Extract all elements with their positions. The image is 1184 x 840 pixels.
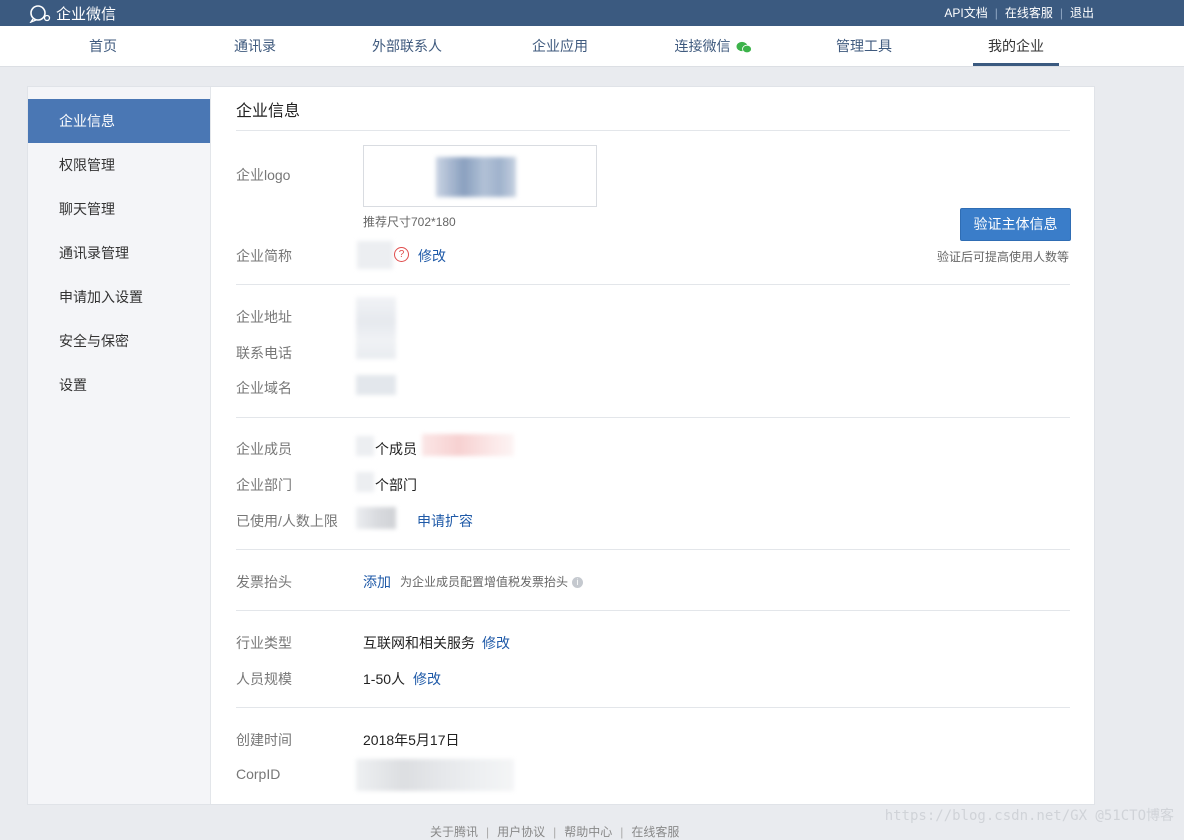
invoice-hint-text: 为企业成员配置增值税发票抬头 [400, 575, 569, 589]
content-card: 企业信息 权限管理 聊天管理 通讯录管理 申请加入设置 安全与保密 设置 企业信… [27, 86, 1095, 805]
divider [236, 417, 1070, 418]
apply-expand-link[interactable]: 申请扩容 [417, 511, 473, 531]
logo-label: 企业logo [236, 167, 291, 183]
watermark: https://blog.csdn.net/GX @51CTO博客 [884, 808, 1174, 824]
address-label: 企业地址 [236, 309, 292, 325]
sidebar-item-join-settings[interactable]: 申请加入设置 [28, 275, 210, 319]
sidebar: 企业信息 权限管理 聊天管理 通讯录管理 申请加入设置 安全与保密 设置 [28, 87, 211, 804]
nav-home[interactable]: 首页 [62, 26, 144, 66]
logo-size-hint: 推荐尺寸702*180 [363, 215, 456, 229]
scale-edit-link[interactable]: 修改 [413, 669, 441, 689]
footer-link-terms[interactable]: 用户协议 [497, 825, 545, 839]
footer-link-about[interactable]: 关于腾讯 [430, 825, 478, 839]
corpid-label: CorpID [236, 766, 281, 782]
logout-link[interactable]: 退出 [1070, 4, 1094, 21]
verify-entity-button[interactable]: 验证主体信息 [960, 208, 1071, 241]
divider: | [486, 825, 490, 839]
departments-count-redacted [356, 472, 374, 492]
members-count-redacted [356, 436, 374, 456]
company-logo-image [436, 157, 516, 197]
contact-info-redacted [356, 297, 396, 359]
corpid-redacted [356, 759, 514, 791]
company-logo-box[interactable] [363, 145, 597, 207]
divider: | [1059, 5, 1063, 20]
industry-label: 行业类型 [236, 635, 292, 651]
invoice-hint: 为企业成员配置增值税发票抬头 i [400, 573, 584, 590]
domain-redacted [356, 375, 396, 395]
divider [236, 707, 1070, 708]
sidebar-item-security[interactable]: 安全与保密 [28, 319, 210, 363]
online-service-link[interactable]: 在线客服 [1005, 4, 1053, 21]
info-icon[interactable]: i [572, 577, 584, 589]
divider: | [994, 5, 998, 20]
short-name-edit-link[interactable]: 修改 [418, 246, 446, 266]
industry-value: 互联网和相关服务 [363, 635, 475, 651]
industry-edit-link[interactable]: 修改 [482, 633, 510, 653]
top-links: API文档 | 在线客服 | 退出 [944, 4, 1094, 21]
sidebar-item-company-info[interactable]: 企业信息 [28, 99, 210, 143]
page-title: 企业信息 [236, 103, 301, 120]
usage-label: 已使用/人数上限 [236, 513, 338, 529]
nav-contacts[interactable]: 通讯录 [214, 26, 296, 66]
created-label: 创建时间 [236, 732, 292, 748]
nav-apps[interactable]: 企业应用 [517, 26, 603, 66]
departments-suffix: 个部门 [375, 477, 417, 493]
top-bar: 企业微信 API文档 | 在线客服 | 退出 [0, 0, 1184, 26]
members-detail-redacted [422, 434, 514, 456]
nav-external-contacts[interactable]: 外部联系人 [357, 26, 457, 66]
domain-label: 企业域名 [236, 380, 292, 396]
scale-value: 1-50人 [363, 671, 406, 687]
short-name-label: 企业简称 [236, 248, 292, 264]
nav-admin-tools[interactable]: 管理工具 [822, 26, 906, 66]
created-value: 2018年5月17日 [363, 732, 460, 748]
nav-my-company[interactable]: 我的企业 [973, 26, 1059, 66]
divider [236, 130, 1070, 131]
divider [236, 610, 1070, 611]
divider: | [553, 825, 557, 839]
main-panel: 企业信息 企业logo 推荐尺寸702*180 验证主体信息 验证后可提高使用人… [236, 87, 1071, 804]
sidebar-item-contacts-management[interactable]: 通讯录管理 [28, 231, 210, 275]
divider: | [620, 825, 624, 839]
footer-link-help[interactable]: 帮助中心 [564, 825, 612, 839]
api-docs-link[interactable]: API文档 [944, 4, 987, 21]
members-label: 企业成员 [236, 441, 292, 457]
footer: 关于腾讯 | 用户协议 | 帮助中心 | 在线客服 [430, 823, 679, 840]
sidebar-item-permissions[interactable]: 权限管理 [28, 143, 210, 187]
sidebar-item-chat-management[interactable]: 聊天管理 [28, 187, 210, 231]
wecom-logo-icon [29, 4, 51, 23]
wechat-icon [736, 41, 752, 53]
short-name-redacted [357, 241, 393, 269]
phone-label: 联系电话 [236, 345, 292, 361]
invoice-label: 发票抬头 [236, 574, 292, 590]
usage-value-redacted [356, 507, 396, 529]
departments-label: 企业部门 [236, 477, 292, 493]
invoice-add-link[interactable]: 添加 [363, 572, 391, 592]
question-icon[interactable]: ? [394, 247, 409, 262]
footer-link-service[interactable]: 在线客服 [631, 825, 679, 839]
app-title: 企业微信 [56, 6, 117, 23]
divider [236, 549, 1070, 550]
app-logo[interactable]: 企业微信 [28, 3, 116, 24]
scale-label: 人员规模 [236, 671, 292, 687]
sidebar-item-settings[interactable]: 设置 [28, 363, 210, 407]
nav-connect-wechat[interactable]: 连接微信 [668, 26, 758, 66]
verify-hint: 验证后可提高使用人数等 [937, 250, 1070, 264]
main-nav: 首页 通讯录 外部联系人 企业应用 连接微信 管理工具 我的企业 [0, 26, 1184, 67]
divider [236, 284, 1070, 285]
members-suffix: 个成员 [375, 441, 417, 457]
nav-connect-wechat-label: 连接微信 [674, 38, 731, 54]
